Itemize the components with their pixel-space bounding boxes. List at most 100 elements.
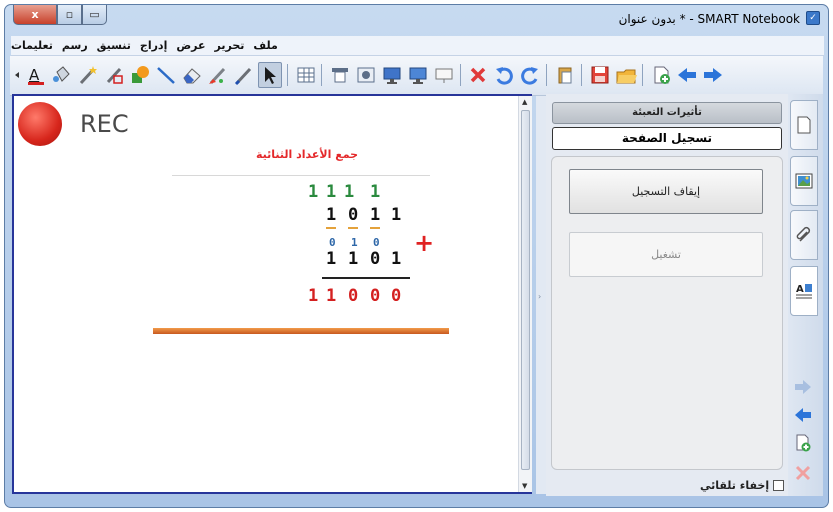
auto-hide-label: إخفاء تلقائي: [700, 479, 770, 492]
maximize-window-button[interactable]: ▫: [57, 5, 82, 25]
menu-file[interactable]: ملف: [253, 39, 277, 52]
text-color-icon[interactable]: A: [24, 62, 48, 88]
result-digit[interactable]: 0: [348, 288, 358, 305]
next-page-icon[interactable]: [701, 62, 725, 88]
fill-bucket-icon[interactable]: [50, 62, 74, 88]
delete-icon[interactable]: [466, 62, 490, 88]
highlight-mark: [326, 227, 336, 229]
play-button[interactable]: تشغيل: [569, 232, 763, 277]
auto-hide-checkbox-box[interactable]: [773, 480, 785, 491]
menu-help[interactable]: تعليمات: [11, 39, 53, 52]
title-divider: [172, 175, 430, 176]
svg-text:A: A: [29, 66, 40, 84]
creative-pen-icon[interactable]: [206, 62, 230, 88]
toolbar-separator: [546, 64, 547, 86]
shapes-icon[interactable]: [128, 62, 152, 88]
operand-digit[interactable]: 0: [348, 207, 358, 224]
screen-capture-icon[interactable]: [354, 62, 378, 88]
select-icon[interactable]: [258, 62, 282, 88]
attachments-tab[interactable]: [790, 210, 818, 260]
highlight-mark: [348, 227, 358, 229]
operand-digit[interactable]: 1: [326, 251, 336, 268]
title-bar: x ▫ ▭ SMART Notebook - * بدون عنوان ✓: [5, 5, 828, 35]
fill-effects-tab[interactable]: تأثيرات التعبئة: [552, 102, 782, 124]
toolbar-separator: [287, 64, 288, 86]
result-digit[interactable]: 1: [308, 288, 318, 305]
page-recording-tab[interactable]: تسجيل الصفحة: [552, 127, 782, 150]
menu-draw[interactable]: رسم: [62, 39, 88, 52]
table-icon[interactable]: [294, 62, 318, 88]
add-page-icon[interactable]: [649, 62, 673, 88]
decorative-orange-bar[interactable]: [153, 328, 449, 334]
scroll-down-icon[interactable]: ▼: [522, 482, 527, 490]
operand-digit[interactable]: 1: [326, 207, 336, 224]
scroll-up-icon[interactable]: ▲: [522, 98, 527, 106]
document-camera-icon[interactable]: [432, 62, 456, 88]
open-icon[interactable]: [614, 62, 638, 88]
recording-indicator-icon: [18, 102, 62, 146]
window-title: SMART Notebook - * بدون عنوان: [618, 12, 800, 26]
operand-digit[interactable]: 1: [370, 207, 380, 224]
paste-icon[interactable]: [553, 62, 577, 88]
save-icon[interactable]: [588, 62, 612, 88]
properties-tab[interactable]: A: [790, 266, 818, 316]
result-digit[interactable]: 0: [391, 288, 401, 305]
operand-digit[interactable]: 1: [348, 251, 358, 268]
operand-digit[interactable]: 1: [391, 251, 401, 268]
page-sorter-icon: [797, 116, 811, 134]
magic-pen-icon[interactable]: [76, 62, 100, 88]
line-icon[interactable]: [154, 62, 178, 88]
carry-digit[interactable]: 1: [344, 184, 354, 201]
problem-title[interactable]: جمع الأعداد الثنائية: [256, 148, 358, 161]
gallery-icon: [795, 173, 813, 189]
display-icon[interactable]: [406, 62, 430, 88]
svg-text:A: A: [796, 284, 804, 295]
toolbar-separator: [460, 64, 461, 86]
side-delete-icon[interactable]: [792, 462, 814, 484]
panel-splitter[interactable]: ›: [536, 96, 546, 494]
recording-label: REC: [80, 110, 129, 138]
carry-digit[interactable]: 1: [326, 184, 336, 201]
splitter-grip-icon: ›: [538, 292, 542, 301]
toolbar-overflow-icon[interactable]: [12, 62, 22, 88]
toolbar-separator: [642, 64, 643, 86]
side-add-page-icon[interactable]: [792, 432, 814, 454]
page-sorter-tab[interactable]: [790, 100, 818, 150]
minimize-window-button[interactable]: ▭: [82, 5, 107, 25]
plus-sign[interactable]: +: [414, 231, 434, 255]
page-vertical-scrollbar[interactable]: ▲ ▼: [518, 96, 532, 492]
toolbar-separator: [581, 64, 582, 86]
toolbar-separator: [321, 64, 322, 86]
highlight-mark: [370, 227, 380, 229]
previous-page-icon[interactable]: [675, 62, 699, 88]
dual-page-icon[interactable]: [380, 62, 404, 88]
paperclip-icon: [796, 226, 811, 242]
smart-notebook-app-icon: ✓: [806, 11, 820, 25]
close-window-button[interactable]: x: [13, 5, 57, 25]
move-right-icon[interactable]: [792, 376, 814, 398]
gallery-tab[interactable]: [790, 156, 818, 206]
result-digit[interactable]: 1: [326, 288, 336, 305]
screen-shade-icon[interactable]: [328, 62, 352, 88]
result-digit[interactable]: 0: [370, 288, 380, 305]
sum-rule: [322, 277, 410, 279]
scroll-thumb[interactable]: [521, 110, 530, 470]
menu-edit[interactable]: تحرير: [215, 39, 245, 52]
auto-hide-checkbox[interactable]: إخفاء تلقائي: [700, 479, 785, 492]
operand-digit[interactable]: 1: [391, 207, 401, 224]
menu-insert[interactable]: إدراج: [140, 39, 167, 52]
menu-bar: ملف تحرير عرض إدراج تنسيق رسم تعليمات: [11, 36, 824, 56]
carry-digit[interactable]: 1: [370, 184, 380, 201]
move-left-icon[interactable]: [792, 404, 814, 426]
eraser-icon[interactable]: [180, 62, 204, 88]
main-toolbar: A: [10, 56, 823, 96]
menu-view[interactable]: عرض: [176, 39, 205, 52]
carry-digit[interactable]: 1: [308, 184, 318, 201]
redo-icon[interactable]: [518, 62, 542, 88]
undo-icon[interactable]: [492, 62, 516, 88]
shape-recognition-pen-icon[interactable]: [102, 62, 126, 88]
pen-icon[interactable]: [232, 62, 256, 88]
stop-recording-button[interactable]: إيقاف التسجيل: [569, 169, 763, 214]
operand-digit[interactable]: 0: [370, 251, 380, 268]
menu-format[interactable]: تنسيق: [97, 39, 131, 52]
